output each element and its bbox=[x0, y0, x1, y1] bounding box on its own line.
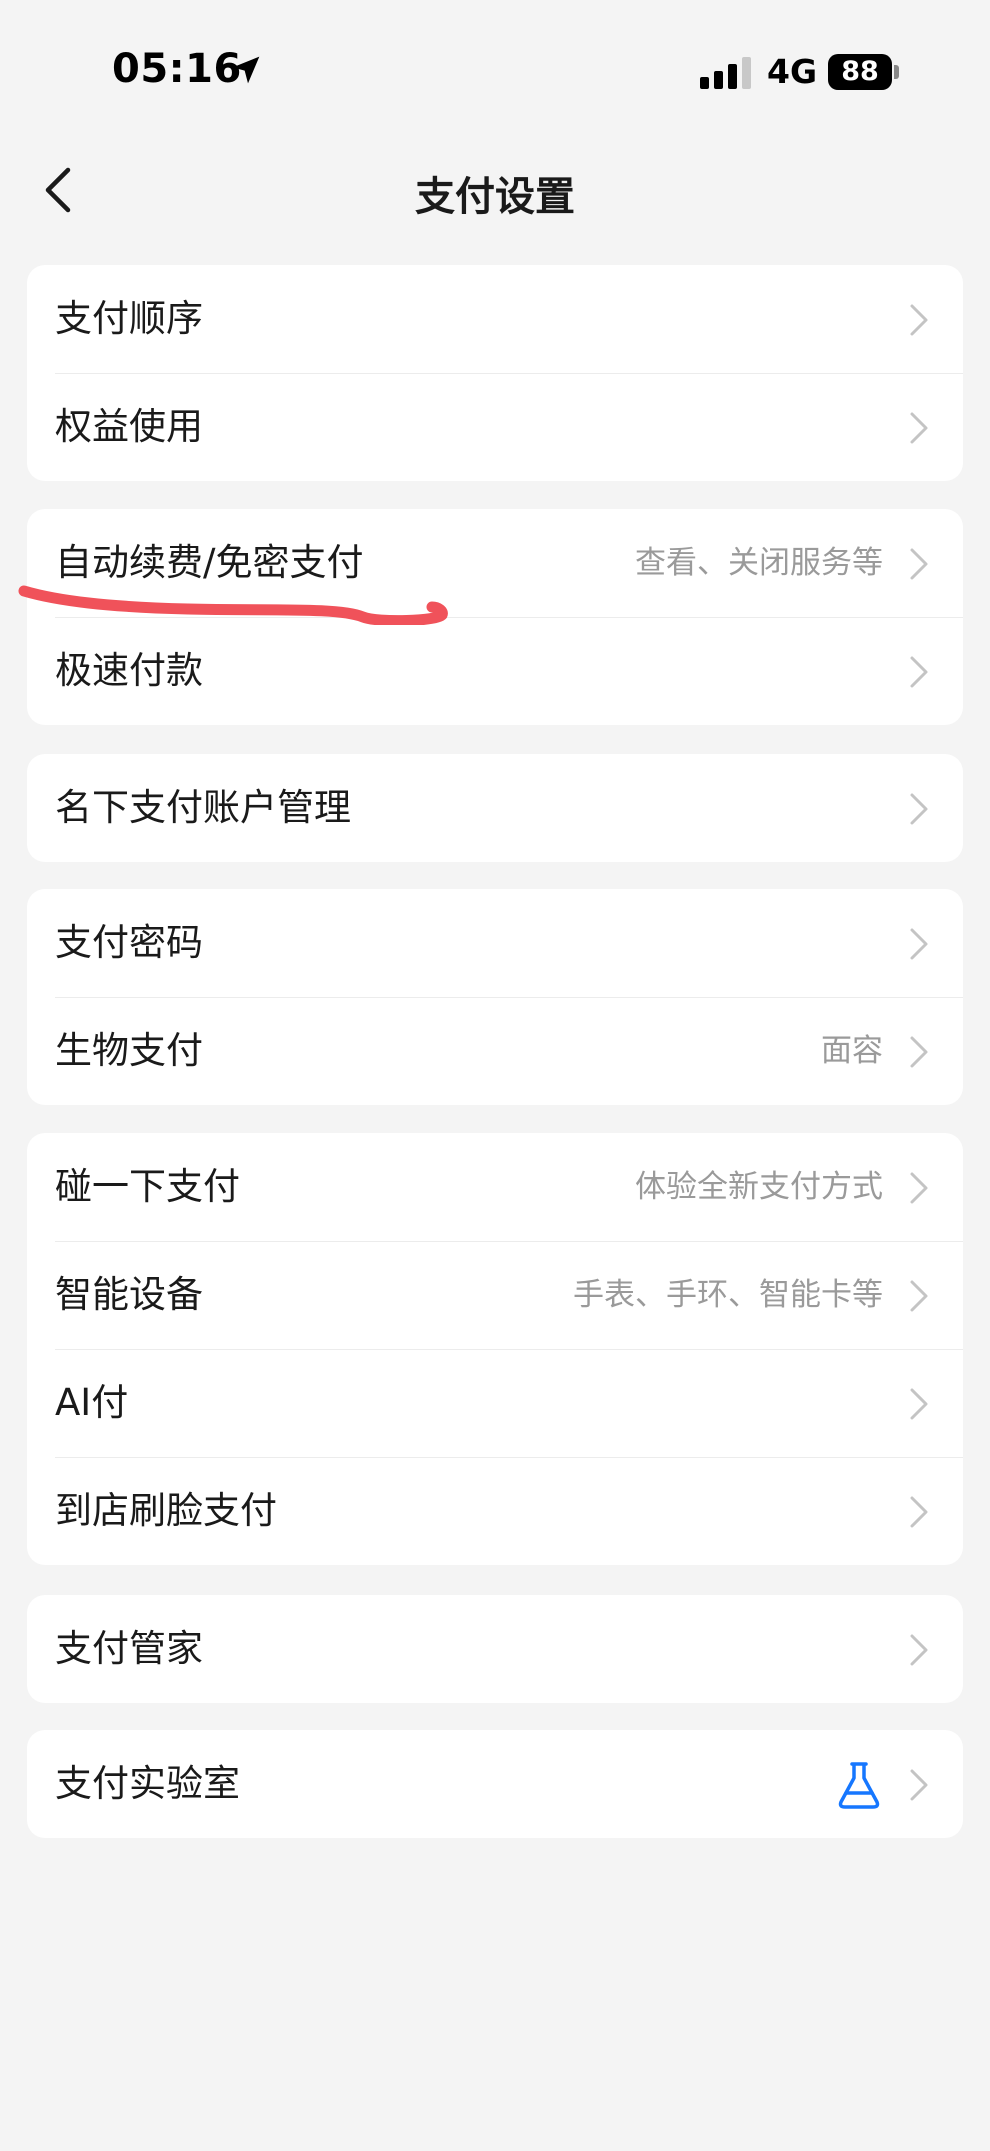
chevron-right-icon bbox=[910, 656, 928, 688]
flask-icon bbox=[838, 1762, 880, 1809]
row-value: 体验全新支付方式 bbox=[635, 1169, 883, 1205]
settings-group: 支付密码 生物支付 面容 bbox=[27, 889, 963, 1105]
row-label: 到店刷脸支付 bbox=[55, 1489, 277, 1532]
chevron-right-icon bbox=[910, 412, 928, 444]
settings-row-face-pay-in-store[interactable]: 到店刷脸支付 bbox=[27, 1457, 963, 1565]
chevron-right-icon bbox=[910, 1769, 928, 1801]
chevron-right-icon bbox=[910, 548, 928, 580]
settings-group: 支付实验室 bbox=[27, 1730, 963, 1838]
row-label: 支付实验室 bbox=[55, 1762, 240, 1805]
row-label: 权益使用 bbox=[55, 405, 203, 448]
settings-row-payment-butler[interactable]: 支付管家 bbox=[27, 1595, 963, 1703]
status-time: 05:16 bbox=[112, 46, 242, 92]
row-label: 支付顺序 bbox=[55, 297, 203, 340]
row-label: 极速付款 bbox=[55, 649, 203, 692]
row-label: 支付密码 bbox=[55, 921, 203, 964]
chevron-right-icon bbox=[910, 1496, 928, 1528]
status-bar: 05:16 4G 88 bbox=[0, 0, 990, 150]
chevron-right-icon bbox=[910, 304, 928, 336]
row-label: AI付 bbox=[55, 1381, 129, 1424]
settings-row-account-management[interactable]: 名下支付账户管理 bbox=[27, 754, 963, 862]
row-label: 碰一下支付 bbox=[55, 1165, 240, 1208]
battery-level: 88 bbox=[841, 56, 879, 87]
row-value: 查看、关闭服务等 bbox=[635, 545, 883, 581]
location-arrow-icon bbox=[232, 56, 260, 84]
row-label: 自动续费/免密支付 bbox=[55, 541, 364, 584]
battery-icon: 88 bbox=[828, 54, 900, 90]
nav-bar: 支付设置 bbox=[0, 150, 990, 230]
chevron-right-icon bbox=[910, 1634, 928, 1666]
settings-group: 自动续费/免密支付 查看、关闭服务等 极速付款 bbox=[27, 509, 963, 725]
settings-row-smart-devices[interactable]: 智能设备 手表、手环、智能卡等 bbox=[27, 1241, 963, 1349]
settings-group: 名下支付账户管理 bbox=[27, 754, 963, 862]
row-label: 生物支付 bbox=[55, 1029, 203, 1072]
signal-icon bbox=[700, 57, 751, 89]
chevron-right-icon bbox=[910, 1388, 928, 1420]
settings-row-payment-order[interactable]: 支付顺序 bbox=[27, 265, 963, 373]
row-value: 手表、手环、智能卡等 bbox=[573, 1277, 883, 1313]
row-label: 名下支付账户管理 bbox=[55, 786, 351, 829]
settings-row-tap-to-pay[interactable]: 碰一下支付 体验全新支付方式 bbox=[27, 1133, 963, 1241]
page-title: 支付设置 bbox=[415, 174, 575, 220]
chevron-right-icon bbox=[910, 1280, 928, 1312]
row-value: 面容 bbox=[821, 1033, 883, 1069]
settings-row-ai-pay[interactable]: AI付 bbox=[27, 1349, 963, 1457]
network-type: 4G bbox=[767, 52, 818, 91]
row-label: 支付管家 bbox=[55, 1627, 203, 1670]
settings-row-benefits[interactable]: 权益使用 bbox=[27, 373, 963, 481]
chevron-right-icon bbox=[910, 928, 928, 960]
settings-row-payment-lab[interactable]: 支付实验室 bbox=[27, 1730, 963, 1838]
chevron-right-icon bbox=[910, 1036, 928, 1068]
settings-group: 支付管家 bbox=[27, 1595, 963, 1703]
settings-row-payment-password[interactable]: 支付密码 bbox=[27, 889, 963, 997]
settings-group: 碰一下支付 体验全新支付方式 智能设备 手表、手环、智能卡等 AI付 到店刷脸支… bbox=[27, 1133, 963, 1565]
settings-row-biometric-pay[interactable]: 生物支付 面容 bbox=[27, 997, 963, 1105]
settings-row-auto-renewal[interactable]: 自动续费/免密支付 查看、关闭服务等 bbox=[27, 509, 963, 617]
chevron-right-icon bbox=[910, 1172, 928, 1204]
settings-row-quick-pay[interactable]: 极速付款 bbox=[27, 617, 963, 725]
chevron-right-icon bbox=[910, 793, 928, 825]
row-label: 智能设备 bbox=[55, 1273, 203, 1316]
settings-group: 支付顺序 权益使用 bbox=[27, 265, 963, 481]
